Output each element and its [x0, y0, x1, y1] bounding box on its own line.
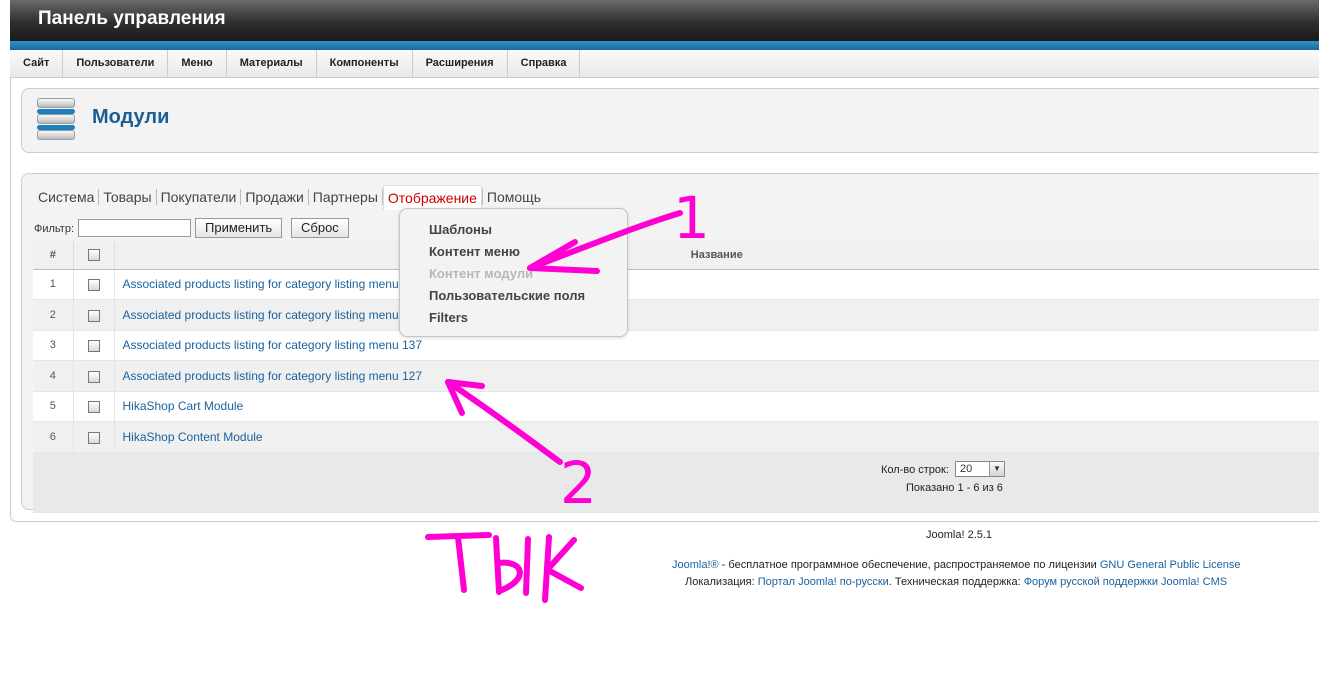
column-header-checkbox: [73, 241, 115, 270]
row-number: 5: [33, 391, 74, 422]
row-checkbox[interactable]: [87, 431, 100, 444]
footer-license-text: - бесплатное программное обеспечение, ра…: [718, 559, 1100, 571]
submenu-item-custom-fields[interactable]: Пользовательские поля: [429, 288, 585, 303]
row-number: 1: [33, 269, 74, 300]
row-number: 6: [33, 421, 74, 453]
row-checkbox[interactable]: [87, 370, 100, 383]
menu-item-system[interactable]: Система: [34, 185, 98, 209]
nav-item-content[interactable]: Материалы: [227, 50, 317, 77]
menu-item-display[interactable]: Отображение: [382, 185, 482, 210]
nav-item-users[interactable]: Пользователи: [63, 50, 169, 77]
modules-panel: Система Товары Покупатели Продажи Партне…: [21, 173, 1319, 513]
filter-input[interactable]: [78, 219, 191, 237]
table-row: 1 Associated products listing for catego…: [33, 269, 1319, 300]
module-name-link[interactable]: Associated products listing for category…: [114, 330, 1319, 361]
row-number: 2: [33, 299, 74, 331]
nav-item-help[interactable]: Справка: [508, 50, 581, 77]
nav-item-menus[interactable]: Меню: [168, 50, 227, 77]
select-all-checkbox[interactable]: [87, 248, 100, 261]
page-title-box: Модули: [21, 88, 1319, 153]
menu-item-help[interactable]: Помощь: [483, 185, 545, 209]
reset-button[interactable]: Сброс: [291, 218, 349, 238]
hikashop-menu: Система Товары Покупатели Продажи Партне…: [34, 185, 545, 210]
nav-item-site[interactable]: Сайт: [10, 50, 64, 77]
row-checkbox[interactable]: [87, 309, 100, 322]
chevron-down-icon[interactable]: ▼: [989, 462, 1004, 476]
table-row: 2 Associated products listing for catego…: [33, 299, 1319, 331]
joomla-link[interactable]: Joomla!®: [672, 559, 719, 571]
table-row: 6 HikaShop Content Module: [33, 421, 1319, 453]
row-checkbox[interactable]: [87, 279, 100, 292]
table-row: 4 Associated products listing for catego…: [33, 360, 1319, 392]
footer-license-line: Joomla!® - бесплатное программное обеспе…: [672, 559, 1240, 571]
display-submenu: Шаблоны Контент меню Контент модули Поль…: [399, 208, 628, 337]
table-footer: [33, 452, 1319, 513]
header-accent-bar: [10, 41, 1319, 50]
module-name-link[interactable]: HikaShop Content Module: [114, 421, 1319, 453]
modules-icon: [37, 98, 75, 142]
module-name-link[interactable]: Associated products listing for category…: [114, 269, 1319, 300]
header-title: Панель управления: [38, 8, 226, 29]
support-forum-link[interactable]: Форум русской поддержки Joomla! CMS: [1024, 576, 1227, 588]
submenu-item-filters[interactable]: Filters: [429, 310, 468, 325]
column-header-name[interactable]: Название: [114, 241, 1319, 270]
footer-support-text: . Техническая поддержка:: [888, 576, 1024, 588]
nav-item-extensions[interactable]: Расширения: [413, 50, 508, 77]
column-header-number: #: [33, 241, 74, 270]
footer-version: Joomla! 2.5.1: [926, 529, 993, 541]
russian-portal-link[interactable]: Портал Joomla! по-русски: [758, 576, 889, 588]
footer-localization-text: Локализация:: [685, 576, 758, 588]
submenu-item-templates[interactable]: Шаблоны: [429, 222, 492, 237]
submenu-item-menu-content[interactable]: Контент меню: [429, 244, 520, 259]
admin-header: Панель управления: [10, 0, 1319, 50]
menu-item-products[interactable]: Товары: [99, 185, 155, 209]
row-number: 3: [33, 330, 74, 361]
footer-support-line: Локализация: Портал Joomla! по-русски. Т…: [685, 576, 1227, 588]
menu-item-partners[interactable]: Партнеры: [309, 185, 382, 209]
nav-item-components[interactable]: Компоненты: [317, 50, 413, 77]
module-name-link[interactable]: Associated products listing for category…: [114, 360, 1319, 392]
menu-item-customers[interactable]: Покупатели: [157, 185, 241, 209]
module-name-link[interactable]: HikaShop Cart Module: [114, 391, 1319, 422]
apply-button[interactable]: Применить: [195, 218, 283, 238]
filter-label: Фильтр:: [34, 223, 75, 235]
table-row: 3 Associated products listing for catego…: [33, 330, 1319, 361]
row-checkbox[interactable]: [87, 340, 100, 353]
menu-item-sales[interactable]: Продажи: [241, 185, 307, 209]
tyk-strokes: [425, 532, 584, 603]
modules-table: # Название 1 Associated products listing…: [33, 241, 1319, 513]
rows-per-page-value: 20: [960, 463, 973, 475]
joomla-admin-screen: Панель управления Сайт Пользователи Меню…: [0, 0, 1319, 688]
rows-per-page-select[interactable]: 20 ▼: [955, 461, 1005, 477]
row-number: 4: [33, 360, 74, 392]
rows-per-page-label: Кол-во строк:: [881, 464, 949, 476]
pagination-info: Показано 1 - 6 из 6: [906, 482, 1003, 494]
submenu-item-module-content[interactable]: Контент модули: [429, 266, 533, 281]
table-row: 5 HikaShop Cart Module: [33, 391, 1319, 422]
row-checkbox[interactable]: [87, 401, 100, 414]
module-name-link[interactable]: Associated products listing for category…: [114, 299, 1319, 331]
top-navigation: Сайт Пользователи Меню Материалы Компоне…: [10, 50, 1319, 78]
gpl-link[interactable]: GNU General Public License: [1100, 559, 1241, 571]
page-title: Модули: [92, 106, 170, 128]
